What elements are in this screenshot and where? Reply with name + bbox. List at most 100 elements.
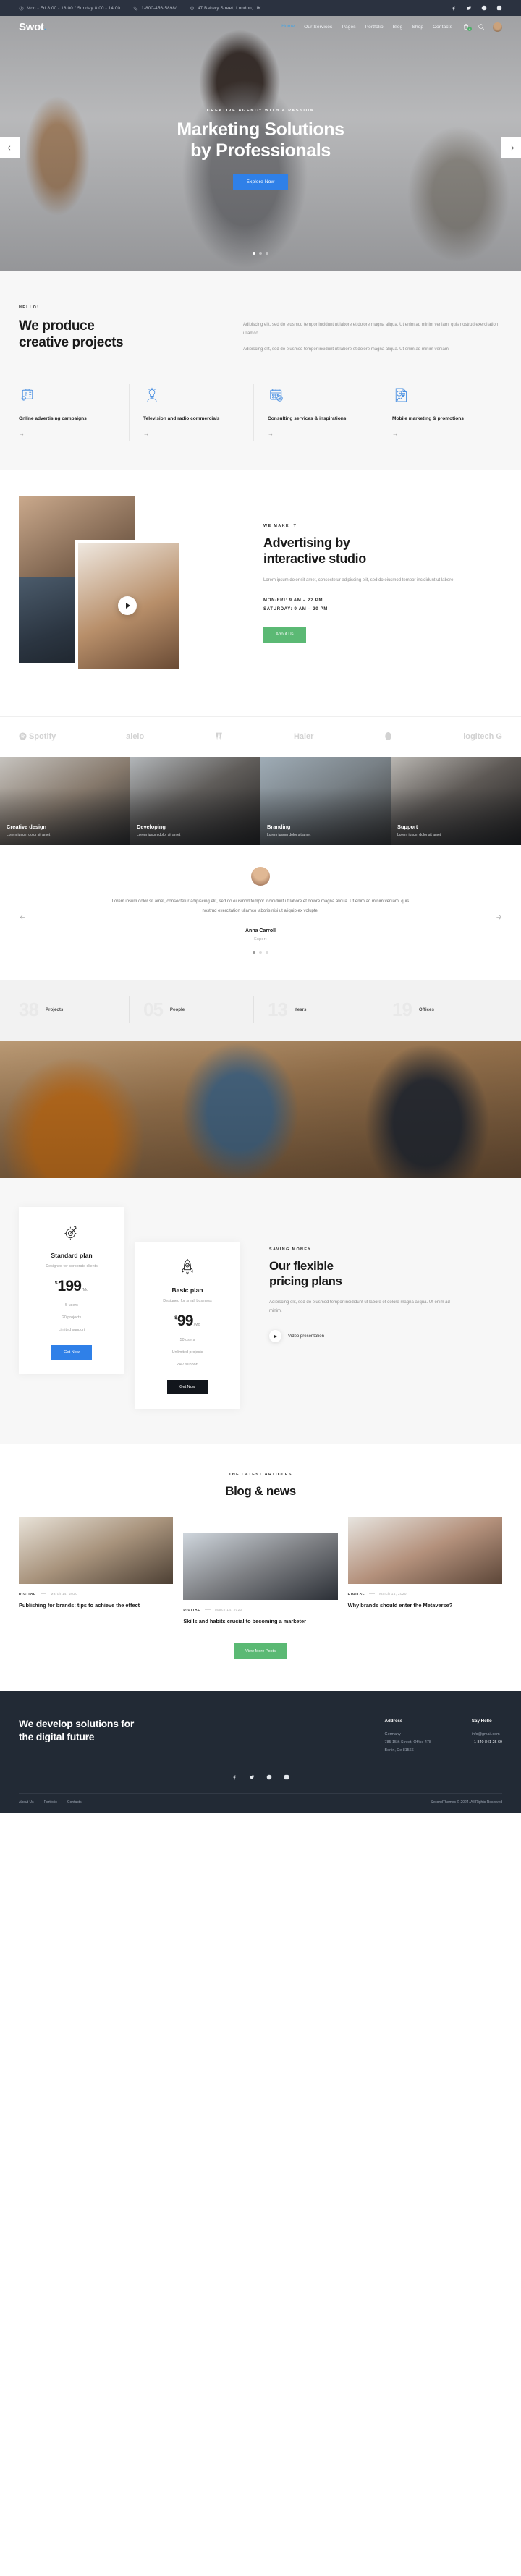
plan-get-now-button[interactable]: Get Now [167,1380,208,1395]
video-presentation-link[interactable]: Video presentation [269,1330,502,1343]
blog-post-1[interactable]: DIGITAL March 14, 2020 Publishing for br… [19,1517,174,1609]
footer-link-portfolio[interactable]: Portfolio [44,1800,57,1805]
feature-arrow-icon[interactable]: → [392,431,489,437]
feature-arrow-icon[interactable]: → [19,431,116,437]
testimonial-dot-1[interactable] [253,951,255,954]
nav-item-shop[interactable]: Shop [412,25,423,30]
nav-item-contacts[interactable]: Contacts [433,25,452,30]
counter-number: 13 [268,999,288,1021]
plan-price: $ 199 /Mo [29,1278,114,1295]
footer-link-about-us[interactable]: About Us [19,1800,34,1805]
hero-slider: Swot. Home Our Services Pages Portfolio … [0,16,521,271]
blog-post-3[interactable]: DIGITAL March 14, 2020 Why brands should… [347,1517,502,1609]
post-image [347,1517,502,1585]
calendar-chart-icon [268,386,285,404]
feature-tv-radio[interactable]: Television and radio commercials → [129,384,253,442]
feature-title: Mobile marketing & promotions [392,416,464,422]
counter-people: 05 People [129,996,253,1024]
hero-dot-3[interactable] [266,252,268,255]
card-branding[interactable]: Branding Lorem ipsum dolor sit amet [260,757,391,846]
post-category[interactable]: DIGITAL [183,1608,200,1611]
footer-phone[interactable]: +1 840 841 25 69 [472,1739,502,1747]
logo-adobe [214,732,224,741]
pricing-paragraph: Adipiscing elit, sed do eiusmod tempor i… [269,1300,450,1313]
post-title[interactable]: Publishing for brands: tips to achieve t… [19,1601,173,1609]
nav-links: Home Our Services Pages Portfolio Blog S… [281,24,452,30]
facebook-icon[interactable] [451,5,457,11]
plan-period: /Mo [82,1288,89,1293]
instagram-icon[interactable] [284,1774,289,1780]
about-us-button[interactable]: About Us [263,627,306,643]
twitter-icon[interactable] [249,1774,255,1780]
hero-next-arrow[interactable] [501,137,521,158]
plan-get-now-button[interactable]: Get Now [51,1345,92,1360]
blog-post-2[interactable]: DIGITAL March 14, 2020 Skills and habits… [183,1533,338,1625]
feature-consulting[interactable]: Consulting services & inspirations → [253,384,378,442]
twitter-icon[interactable] [466,5,472,11]
pricing-eyebrow: SAVING MONEY [269,1247,312,1253]
post-category[interactable]: DIGITAL [19,1592,36,1596]
map-pin-icon [190,6,195,11]
site-logo[interactable]: Swot. [19,21,47,33]
counter-label: Offices [418,1007,434,1012]
testimonial-dot-3[interactable] [266,951,268,954]
cart-icon[interactable]: 0 [462,23,472,31]
card-developing[interactable]: Developing Lorem ipsum dolor sit amet [130,757,260,846]
search-icon[interactable] [478,23,485,30]
hero-dot-1[interactable] [253,252,255,255]
testimonial-dot-2[interactable] [259,951,262,954]
footer-heading-line2: the digital future [19,1731,95,1743]
card-subtitle: Lorem ipsum dolor sit amet [397,832,441,837]
dribbble-icon[interactable] [266,1774,272,1780]
feature-mobile-marketing[interactable]: Mobile marketing & promotions → [378,384,502,442]
view-more-posts-button[interactable]: View More Posts [234,1643,287,1659]
pricing-text: SAVING MONEY Our flexible pricing plans … [240,1207,502,1343]
logo-haier: Haier [294,732,314,741]
nav-item-portfolio[interactable]: Portfolio [365,25,384,30]
logo-spotify: Spotify [19,732,56,741]
testimonial-dots[interactable] [19,951,502,954]
pricing-title: Our flexible pricing plans [269,1259,502,1289]
feature-online-advertising[interactable]: Online advertising campaigns → [19,386,129,437]
post-meta: DIGITAL March 14, 2020 [348,1592,502,1596]
feature-arrow-icon[interactable]: → [268,431,365,437]
nav-item-blog[interactable]: Blog [393,25,403,30]
counter-projects: 38 Projects [19,1000,129,1019]
testimonial-next-arrow[interactable] [494,912,504,922]
hero-title-line2: by Professionals [190,140,331,161]
footer-link-contacts[interactable]: Contacts [67,1800,82,1805]
advertising-paragraph: Lorem ipsum dolor sit amet, consectetur … [263,578,455,583]
post-meta: DIGITAL March 14, 2020 [19,1592,173,1596]
footer-contact-title: Say Hello [471,1718,492,1724]
nav-item-home[interactable]: Home [281,24,295,30]
instagram-icon[interactable] [496,5,502,11]
post-image [183,1533,338,1601]
dribbble-icon[interactable] [481,5,487,11]
testimonial-author-role: Expert [254,937,267,942]
logo-alelo: alelo [126,732,144,741]
feature-arrow-icon[interactable]: → [143,431,240,437]
facebook-icon[interactable] [232,1774,237,1780]
avatar[interactable] [493,22,502,32]
card-support[interactable]: Support Lorem ipsum dolor sit amet [391,757,521,846]
hero-title: Marketing Solutions by Professionals [177,119,344,162]
post-category[interactable]: DIGITAL [348,1592,365,1596]
hero-prev-arrow[interactable] [0,137,20,158]
nav-item-our-services[interactable]: Our Services [304,25,332,30]
phone-info[interactable]: 1-800-456-5898/ [133,6,177,11]
post-title[interactable]: Why brands should enter the Metaverse? [348,1601,502,1609]
produce-eyebrow: HELLO! [19,305,40,310]
hero-dot-2[interactable] [259,252,262,255]
produce-title-line2: creative projects [19,334,124,350]
logo-label: logitech G [463,732,502,741]
logo-label: Haier [293,732,314,741]
post-title[interactable]: Skills and habits crucial to becoming a … [183,1617,337,1625]
nav-item-pages[interactable]: Pages [342,25,355,30]
produce-paragraph-2: Adipiscing elit, sed do eiusmod tempor i… [243,347,450,352]
card-creative-design[interactable]: Creative design Lorem ipsum dolor sit am… [0,757,130,846]
hero-explore-button[interactable]: Explore Now [233,173,288,190]
hero-pagination-dots[interactable] [0,252,521,255]
footer-email[interactable]: info@gmail.com [472,1731,502,1739]
play-icon[interactable] [269,1330,281,1343]
testimonial-prev-arrow[interactable] [17,912,27,922]
